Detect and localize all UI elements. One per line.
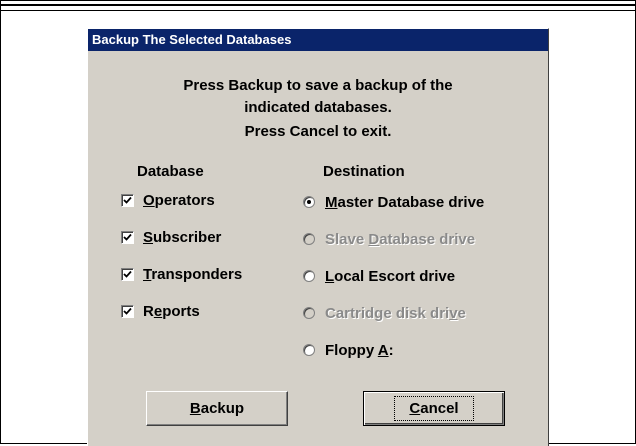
checkbox-transponders[interactable]: Transponders: [121, 264, 242, 284]
checkbox-box[interactable]: [121, 230, 134, 244]
database-header: Database: [137, 163, 204, 180]
checkbox-box[interactable]: [121, 267, 134, 281]
checkmark-icon: [123, 307, 132, 315]
radio-slave-database-drive: Slave Database drive: [303, 229, 475, 249]
checkbox-label: Transponders: [143, 265, 243, 283]
checkbox-label: Operators: [143, 191, 215, 209]
dialog-titlebar[interactable]: Backup The Selected Databases: [88, 29, 548, 51]
backup-button-label: Backup: [189, 400, 245, 417]
radio-button: [303, 307, 315, 319]
radio-button[interactable]: [303, 344, 315, 356]
backup-button[interactable]: Backup: [146, 391, 288, 426]
message-line-2: indicated databases.: [244, 99, 392, 116]
radio-button[interactable]: [303, 196, 315, 208]
radio-button: [303, 233, 315, 245]
radio-label: Local Escort drive: [325, 267, 456, 285]
cancel-button-label: Cancel: [394, 396, 474, 421]
radio-label: Floppy A:: [325, 341, 394, 359]
top-border-line: [0, 4, 636, 6]
message-line-1: Press Backup to save a backup of the: [183, 77, 453, 94]
message-line-3: Press Cancel to exit.: [244, 123, 392, 140]
checkbox-box[interactable]: [121, 304, 134, 318]
checkbox-label: Reports: [143, 302, 200, 320]
destination-header: Destination: [323, 163, 405, 180]
top-border-line-inner: [0, 10, 636, 11]
checkbox-reports[interactable]: Reports: [121, 301, 200, 321]
radio-label: Slave Database drive: [325, 230, 476, 248]
checkbox-label: Subscriber: [143, 228, 222, 246]
checkmark-icon: [123, 196, 132, 204]
checkbox-operators[interactable]: Operators: [121, 190, 215, 210]
checkmark-icon: [123, 270, 132, 278]
backup-dialog: Backup The Selected Databases Press Back…: [87, 28, 549, 446]
radio-button[interactable]: [303, 270, 315, 282]
radio-floppy-a[interactable]: Floppy A:: [303, 340, 394, 360]
checkbox-subscriber[interactable]: Subscriber: [121, 227, 221, 247]
checkmark-icon: [123, 233, 132, 241]
checkbox-box[interactable]: [121, 193, 134, 207]
radio-label: Cartridge disk drive: [325, 304, 466, 322]
radio-label: Master Database drive: [325, 193, 485, 211]
cancel-button[interactable]: Cancel: [363, 391, 505, 426]
radio-cartridge-disk-drive: Cartridge disk drive: [303, 303, 466, 323]
radio-master-database-drive[interactable]: Master Database drive: [303, 192, 484, 212]
radio-local-escort-drive[interactable]: Local Escort drive: [303, 266, 455, 286]
radio-selected-dot: [307, 200, 311, 204]
